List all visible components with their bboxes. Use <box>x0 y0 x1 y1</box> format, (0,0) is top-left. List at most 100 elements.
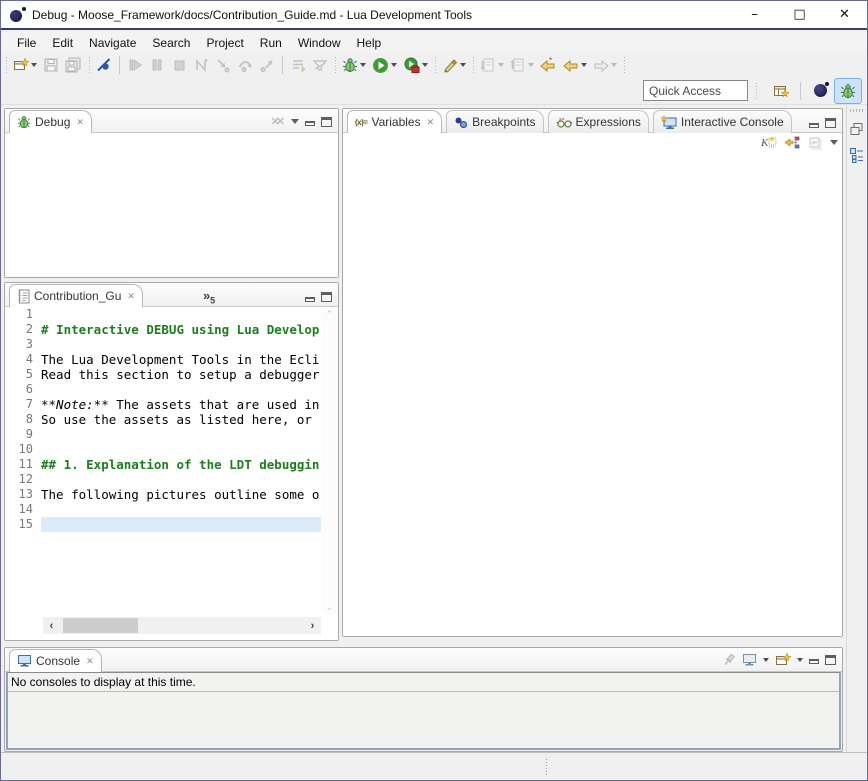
line-text[interactable] <box>41 427 321 442</box>
console-header: Console ✕ <box>5 648 842 672</box>
open-console-dropdown[interactable] <box>797 658 803 662</box>
tab-contribution-guide[interactable]: Contribution_Gu ✕ <box>9 284 143 307</box>
quick-access-input[interactable] <box>643 80 748 101</box>
close-icon[interactable]: ✕ <box>74 117 84 128</box>
maximize-view-icon[interactable] <box>825 118 836 128</box>
outline-view-icon[interactable] <box>849 147 865 163</box>
close-icon[interactable]: ✕ <box>84 656 94 667</box>
editor-line: 14 <box>5 502 321 517</box>
maximize-view-icon[interactable] <box>825 655 836 665</box>
highlighter-pen-icon <box>442 57 458 73</box>
tab-label: Expressions <box>576 115 641 129</box>
menu-run[interactable]: Run <box>252 34 290 52</box>
menu-file[interactable]: File <box>9 34 44 52</box>
show-type-names-icon[interactable]: K <box>760 135 777 150</box>
line-text[interactable] <box>41 337 321 352</box>
tab-debug[interactable]: Debug ✕ <box>9 110 92 133</box>
highlighter-dropdown[interactable] <box>460 63 466 67</box>
line-text[interactable] <box>41 517 321 532</box>
skip-all-breakpoints-button[interactable] <box>93 54 115 76</box>
line-text[interactable]: The Lua Development Tools in the Ecli <box>41 352 321 367</box>
scrollbar-thumb[interactable] <box>63 618 138 633</box>
line-text[interactable]: Read this section to setup a debugger <box>41 367 321 382</box>
editor-horizontal-scrollbar[interactable]: ‹ › <box>43 617 321 634</box>
last-edit-location-button[interactable]: * <box>537 54 560 76</box>
tab-expressions[interactable]: x= Expressions <box>548 110 649 133</box>
minimize-view-icon[interactable] <box>305 297 315 302</box>
menu-help[interactable]: Help <box>349 34 390 52</box>
menu-window[interactable]: Window <box>290 34 349 52</box>
run-button[interactable] <box>369 54 400 76</box>
back-history-dropdown[interactable] <box>581 63 587 67</box>
display-console-dropdown[interactable] <box>763 658 769 662</box>
line-text[interactable]: So use the assets as listed here, or <box>41 412 321 427</box>
close-window-button[interactable]: ✕ <box>822 1 867 28</box>
tab-variables[interactable]: (x)= Variables ✕ <box>347 110 442 133</box>
minimize-view-icon[interactable] <box>305 121 315 126</box>
line-number: 7 <box>5 397 41 412</box>
new-wizard-button[interactable] <box>10 54 40 76</box>
maximize-view-icon[interactable] <box>321 292 332 302</box>
scroll-right-icon[interactable]: › <box>304 620 321 632</box>
menu-project[interactable]: Project <box>198 34 251 52</box>
line-text[interactable]: **Note:** The assets that are used in <box>41 397 321 412</box>
maximize-view-icon[interactable] <box>321 117 332 127</box>
external-tools-button[interactable] <box>400 54 431 76</box>
menu-search[interactable]: Search <box>144 34 198 52</box>
debug-dropdown[interactable] <box>360 63 366 67</box>
close-icon[interactable]: ✕ <box>425 117 435 128</box>
maximize-window-button[interactable]: □ <box>777 1 822 28</box>
restore-view-icon[interactable] <box>849 122 865 137</box>
scroll-down-icon[interactable]: ⌄ <box>326 602 334 613</box>
scroll-up-icon[interactable]: ⌃ <box>326 309 334 320</box>
external-tools-dropdown[interactable] <box>422 63 428 67</box>
show-logical-structures-icon[interactable] <box>784 135 801 150</box>
display-selected-console-icon[interactable] <box>742 653 757 667</box>
minimize-view-icon[interactable] <box>809 123 819 128</box>
highlighter-button[interactable] <box>439 54 469 76</box>
previous-annotation-button <box>507 54 537 76</box>
variables-view-content: K <box>343 133 842 636</box>
line-text[interactable] <box>41 307 321 322</box>
open-console-icon[interactable] <box>775 652 791 667</box>
minimize-view-icon[interactable] <box>809 659 819 664</box>
new-wizard-dropdown[interactable] <box>31 63 37 67</box>
tab-console[interactable]: Console ✕ <box>9 649 102 672</box>
open-perspective-button[interactable] <box>768 79 794 103</box>
close-icon[interactable]: ✕ <box>125 291 135 302</box>
perspective-bar <box>768 79 861 103</box>
line-text[interactable] <box>41 382 321 397</box>
toolbar-drag-handle <box>754 83 758 99</box>
minimize-window-button[interactable]: – <box>732 1 777 28</box>
line-text[interactable]: # Interactive DEBUG using Lua Develop <box>41 322 321 337</box>
line-number: 12 <box>5 472 41 487</box>
line-text[interactable] <box>41 502 321 517</box>
line-text[interactable] <box>41 472 321 487</box>
console-view: Console ✕ No consoles to display at this… <box>4 647 843 752</box>
tab-interactive-console[interactable]: Interactive Console <box>653 110 792 133</box>
tab-breakpoints[interactable]: Breakpoints <box>446 110 543 133</box>
line-text[interactable]: ## 1. Explanation of the LDT debuggin <box>41 457 321 472</box>
hidden-editors-chevron[interactable]: »5 <box>203 288 215 306</box>
run-dropdown[interactable] <box>391 63 397 67</box>
scroll-left-icon[interactable]: ‹ <box>43 620 60 632</box>
variables-view: (x)= Variables ✕ Breakpoints x= Expressi… <box>342 108 843 637</box>
back-history-button[interactable] <box>560 54 590 76</box>
menu-navigate[interactable]: Navigate <box>81 34 144 52</box>
line-text[interactable] <box>41 442 321 457</box>
debug-perspective-button[interactable] <box>835 79 861 103</box>
menu-edit[interactable]: Edit <box>44 34 81 52</box>
console-content[interactable]: No consoles to display at this time. <box>6 672 841 750</box>
status-drag-handle[interactable] <box>545 759 548 775</box>
editor-vertical-scrollbar[interactable]: ⌃ ⌄ <box>321 307 338 615</box>
view-menu-icon[interactable] <box>291 119 299 124</box>
line-number: 11 <box>5 457 41 472</box>
line-text[interactable]: The following pictures outline some o <box>41 487 321 502</box>
line-number: 8 <box>5 412 41 427</box>
debug-button[interactable] <box>339 54 369 76</box>
code-area[interactable]: 12# Interactive DEBUG using Lua Develop3… <box>5 307 321 615</box>
lua-perspective-button[interactable] <box>807 79 833 103</box>
trim-drag-handle[interactable] <box>850 109 864 112</box>
view-menu-icon[interactable] <box>830 140 838 145</box>
window-title: Debug - Moose_Framework/docs/Contributio… <box>32 8 472 22</box>
